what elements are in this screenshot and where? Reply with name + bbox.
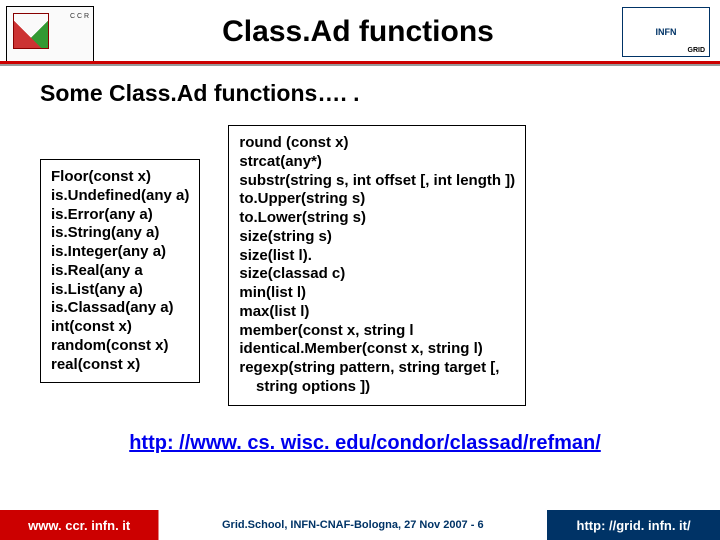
header: C C R Class.Ad functions INFN [0,0,720,66]
footer-slide-info: Grid.School, INFN-CNAF-Bologna, 27 Nov 2… [158,519,547,531]
functions-left-box: Floor(const x) is.Undefined(any a) is.Er… [40,159,200,383]
infn-logo: INFN [622,7,710,57]
reference-link[interactable]: http: //www. cs. wisc. edu/condor/classa… [40,432,690,455]
header-divider [0,61,720,64]
functions-right-box: round (const x) strcat(any*) substr(stri… [228,125,526,406]
footer: www. ccr. infn. it Grid.School, INFN-CNA… [0,510,720,540]
footer-right-link[interactable]: http: //grid. infn. it/ [547,518,720,533]
ccr-logo: C C R [6,6,94,62]
content-area: Some Class.Ad functions…. . Floor(const … [0,66,720,455]
ccr-logo-text: C C R [70,13,89,21]
subtitle: Some Class.Ad functions…. . [40,80,690,107]
slide-title: Class.Ad functions [94,15,622,49]
footer-left-link[interactable]: www. ccr. infn. it [0,518,158,533]
infn-logo-text: INFN [656,27,677,37]
function-boxes: Floor(const x) is.Undefined(any a) is.Er… [40,125,690,406]
